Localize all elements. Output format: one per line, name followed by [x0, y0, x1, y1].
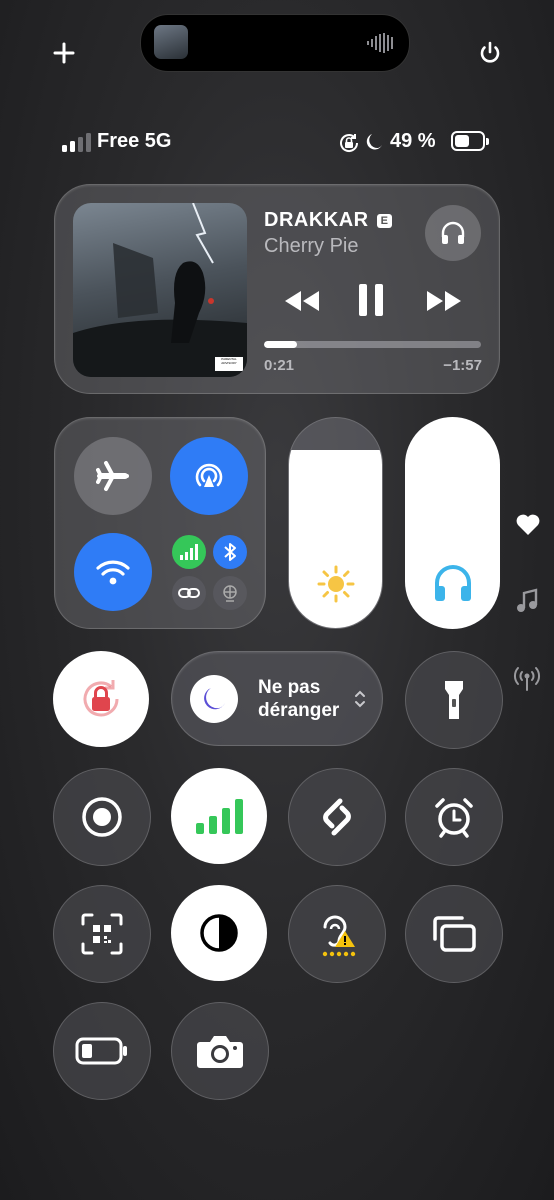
battery-percent: 49 %: [390, 130, 436, 152]
waveform-icon: [367, 33, 393, 53]
moon-icon: [366, 134, 382, 150]
headphones-icon: [441, 221, 465, 244]
camera-icon: [197, 1036, 243, 1068]
airplane-mode-button[interactable]: [74, 437, 152, 515]
qr-code-icon: [81, 913, 123, 955]
alarm-button[interactable]: [405, 768, 503, 866]
screen-mirroring-button[interactable]: [405, 885, 503, 983]
battery-icon: [451, 131, 489, 151]
island-album-thumbnail: [154, 25, 188, 59]
add-control-icon[interactable]: [53, 42, 75, 64]
vpn-button[interactable]: [213, 576, 247, 610]
rewind-icon[interactable]: [283, 289, 321, 313]
focus-label-line1: Ne pas: [258, 677, 321, 698]
alarm-clock-icon: [435, 798, 473, 838]
flashlight-button[interactable]: [405, 651, 503, 749]
record-icon: [82, 797, 122, 837]
playback-progress-fill: [264, 341, 297, 348]
personal-hotspot-button[interactable]: [172, 576, 206, 610]
music-note-icon[interactable]: [515, 588, 539, 614]
brightness-slider[interactable]: [288, 417, 383, 629]
carrier-label: Free 5G: [97, 130, 172, 152]
focus-label-line2: déranger: [258, 700, 340, 721]
orientation-lock-button[interactable]: [53, 651, 149, 747]
signal-icon: [62, 133, 91, 152]
wifi-icon: [96, 560, 130, 585]
explicit-badge: E: [376, 213, 392, 228]
volume-slider[interactable]: [405, 417, 500, 629]
hearing-button[interactable]: [288, 885, 386, 983]
dark-mode-button[interactable]: [171, 885, 267, 981]
airplane-icon: [96, 461, 129, 491]
headphones-volume-icon: [435, 565, 471, 601]
power-icon[interactable]: [477, 40, 503, 66]
mirroring-icon: [433, 916, 476, 952]
cellular-icon: [180, 544, 198, 560]
screen-record-button[interactable]: [53, 768, 151, 866]
parental-advisory-label: PARENTAL ADVISORY: [215, 357, 243, 371]
flashlight-icon: [445, 681, 463, 719]
heart-icon[interactable]: [515, 512, 541, 536]
focus-moon-badge: [190, 675, 238, 723]
focus-button[interactable]: Ne pas déranger: [171, 651, 383, 746]
orientation-lock-icon: [340, 134, 359, 152]
fast-forward-icon[interactable]: [425, 289, 463, 313]
dynamic-island[interactable]: [140, 14, 410, 72]
antenna-icon[interactable]: [512, 664, 542, 692]
link-icon: [178, 588, 200, 598]
track-title: Cherry Pie: [264, 235, 359, 257]
qr-scanner-button[interactable]: [53, 885, 151, 983]
rotation-lock-icon: [83, 680, 119, 717]
wifi-button[interactable]: [74, 533, 152, 611]
ear-warning-icon: [322, 915, 356, 957]
battery-low-icon: [75, 1037, 127, 1065]
airdrop-icon: [195, 463, 223, 487]
connectivity-panel[interactable]: [54, 417, 266, 629]
sun-icon: [317, 565, 355, 603]
now-playing-card[interactable]: PARENTAL ADVISORY DRAKKAR E Cherry Pie 0…: [54, 184, 500, 394]
remaining-time: −1:57: [443, 357, 482, 374]
pause-icon[interactable]: [357, 283, 385, 317]
contrast-icon: [200, 914, 238, 952]
cellular-bars-icon: [196, 799, 243, 834]
artist-name: DRAKKAR: [264, 209, 369, 231]
moon-focus-icon: [204, 688, 225, 710]
playback-progress-bar[interactable]: [264, 341, 481, 348]
bluetooth-button[interactable]: [213, 535, 247, 569]
camera-button[interactable]: [171, 1002, 269, 1100]
globe-icon: [223, 585, 237, 602]
elapsed-time: 0:21: [264, 357, 295, 374]
bluetooth-icon: [224, 543, 236, 561]
airdrop-button[interactable]: [170, 437, 248, 515]
shazam-icon: [323, 798, 351, 836]
low-power-mode-button[interactable]: [53, 1002, 151, 1100]
chevron-updown-icon[interactable]: [353, 688, 367, 710]
shazam-button[interactable]: [288, 768, 386, 866]
audio-output-button[interactable]: [425, 205, 481, 261]
cellular-signal-button[interactable]: [171, 768, 267, 864]
album-artwork[interactable]: PARENTAL ADVISORY: [73, 203, 247, 377]
cellular-data-button[interactable]: [172, 535, 206, 569]
